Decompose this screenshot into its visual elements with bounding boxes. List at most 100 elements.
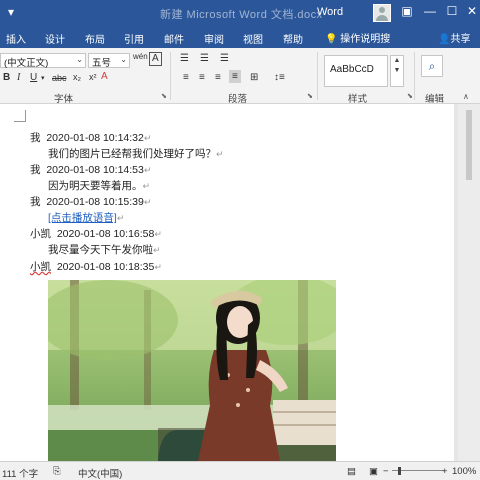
timestamp: 2020-01-08 10:14:53: [46, 164, 144, 176]
tab-references[interactable]: 引用: [124, 31, 144, 46]
styles-preview-text: AaBbCcD: [330, 64, 374, 75]
divider: [317, 52, 318, 100]
title-bar: ▾ 新建 Microsoft Word 文档.docx Word ▣ — ☐ ✕: [0, 0, 480, 27]
align-right-icon[interactable]: ≡: [215, 72, 221, 83]
minimize-icon[interactable]: —: [420, 4, 440, 18]
line-spacing-icon[interactable]: ↕≡: [274, 72, 285, 83]
customize-quick-access-icon[interactable]: ▾: [8, 5, 14, 19]
message-header: 小凯 2020-01-08 10:16:58↵: [30, 226, 162, 241]
zoom-slider-thumb[interactable]: [398, 467, 401, 475]
editing-group-label: 编辑: [425, 94, 445, 105]
tab-mailings[interactable]: 邮件: [164, 31, 184, 46]
speaker-name: 我: [30, 196, 41, 208]
tab-review[interactable]: 审阅: [204, 31, 224, 46]
font-name-select[interactable]: (中文正文) ⌄: [0, 53, 86, 69]
styles-dialog-launcher-icon[interactable]: ⬊: [407, 92, 413, 100]
subscript-button[interactable]: x₂: [73, 72, 81, 82]
timestamp: 2020-01-08 10:18:35: [56, 261, 155, 273]
message-text: [点击播放语音]↵: [48, 210, 124, 225]
font-size-select[interactable]: 五号 ⌄: [88, 53, 130, 69]
tab-view[interactable]: 视图: [243, 31, 263, 46]
collapse-ribbon-icon[interactable]: ∧: [463, 92, 469, 101]
proofing-icon[interactable]: ⎘: [53, 466, 61, 477]
zoom-level[interactable]: 100%: [452, 466, 476, 477]
paragraph-mark: ↵: [154, 229, 162, 239]
paragraph-mark: ↵: [153, 245, 161, 255]
user-icon[interactable]: [373, 4, 391, 22]
word-count[interactable]: 111 个字: [2, 466, 38, 480]
person-icon: 👤: [438, 34, 451, 45]
document-page[interactable]: 我 2020-01-08 10:14:32↵ 我们的图片已经帮我们处理好了吗？↵…: [0, 104, 454, 461]
italic-button[interactable]: I: [17, 72, 20, 83]
share-button[interactable]: 👤共享: [438, 30, 470, 45]
play-voice-link[interactable]: [点击播放语音]: [48, 212, 117, 224]
message-text: 因为明天要等着用。↵: [48, 178, 150, 193]
find-search-icon[interactable]: ⌕: [421, 55, 443, 77]
underline-button[interactable]: U: [30, 72, 37, 83]
paragraph-dialog-launcher-icon[interactable]: ⬊: [307, 92, 313, 100]
timestamp: 2020-01-08 10:16:58: [56, 228, 155, 240]
font-size-value: 五号: [92, 58, 112, 69]
paragraph-mark: ↵: [154, 262, 162, 272]
chevron-up-icon: ▲: [393, 57, 401, 64]
styles-group-label: 样式: [348, 94, 368, 105]
message-body: 我尽量今天下午发你啦: [48, 244, 153, 256]
speaker-name: 小凯: [30, 228, 51, 240]
maximize-icon[interactable]: ☐: [442, 4, 462, 18]
align-left-icon[interactable]: ≡: [183, 72, 189, 83]
paragraph-mark: ↵: [143, 133, 152, 143]
character-border-button[interactable]: A: [149, 52, 162, 66]
paragraph-mark: ↵: [116, 213, 125, 223]
tab-design[interactable]: 设计: [45, 31, 65, 46]
phonetic-guide-button[interactable]: wén: [133, 52, 148, 61]
strikethrough-button[interactable]: abc: [52, 73, 67, 83]
styles-gallery-scroll[interactable]: ▲ ▼: [390, 55, 404, 87]
divider: [170, 52, 171, 100]
read-mode-icon[interactable]: ▤: [347, 466, 356, 477]
superscript-button[interactable]: x²: [89, 72, 97, 82]
multilevel-list-icon[interactable]: ☰: [220, 53, 229, 64]
embedded-photo[interactable]: [48, 280, 336, 461]
align-center-icon[interactable]: ≡: [199, 72, 205, 83]
message-body: 因为明天要等着用。: [48, 180, 143, 192]
tab-layout[interactable]: 布局: [85, 31, 105, 46]
paragraph-mark: ↵: [216, 149, 224, 159]
zoom-out-icon[interactable]: −: [383, 466, 389, 477]
paragraph-mark: ↵: [143, 197, 152, 207]
speaker-name: 我: [30, 164, 41, 176]
ribbon-tabs: 插入 设计 布局 引用 邮件 审阅 视图 帮助 💡 操作说明搜 👤共享: [0, 27, 480, 48]
ribbon-display-options-icon[interactable]: ▣: [397, 4, 417, 18]
timestamp: 2020-01-08 10:15:39: [46, 196, 144, 208]
divider: [414, 52, 415, 100]
message-text: 我尽量今天下午发你啦↵: [48, 242, 161, 257]
language-indicator[interactable]: 中文(中国): [78, 466, 122, 480]
tab-insert[interactable]: 插入: [6, 31, 26, 46]
message-header: 小凯 2020-01-08 10:18:35↵: [30, 259, 162, 274]
styles-gallery-item[interactable]: AaBbCcD: [324, 55, 388, 87]
tell-me-label: 操作说明搜: [340, 34, 391, 45]
numbering-icon[interactable]: ☰: [200, 53, 209, 64]
vertical-scrollbar[interactable]: [458, 104, 480, 461]
chevron-down-icon: ⌄: [76, 55, 83, 64]
speaker-name: 小凯: [30, 261, 51, 273]
distributed-icon[interactable]: ⊞: [250, 72, 258, 83]
status-bar: 111 个字 ⎘ 中文(中国) ▤ ▣ − + 100%: [0, 461, 480, 480]
bold-button[interactable]: B: [3, 72, 10, 83]
print-layout-icon[interactable]: ▣: [369, 466, 378, 477]
lightbulb-icon: 💡: [325, 34, 338, 45]
font-group-label: 字体: [54, 94, 74, 105]
tab-help[interactable]: 帮助: [283, 31, 303, 46]
chevron-down-icon[interactable]: ▾: [41, 74, 45, 82]
tell-me-search[interactable]: 💡 操作说明搜: [325, 30, 390, 45]
justify-icon[interactable]: ≡: [229, 70, 241, 83]
timestamp: 2020-01-08 10:14:32: [46, 132, 144, 144]
paragraph-mark: ↵: [142, 181, 151, 191]
bullets-icon[interactable]: ☰: [180, 53, 189, 64]
zoom-in-icon[interactable]: +: [442, 466, 448, 477]
text-effects-icon[interactable]: A: [101, 71, 108, 82]
scrollbar-thumb[interactable]: [466, 110, 472, 180]
speaker-name: 我: [30, 132, 41, 144]
close-icon[interactable]: ✕: [462, 4, 480, 18]
document-area: 我 2020-01-08 10:14:32↵ 我们的图片已经帮我们处理好了吗？↵…: [0, 104, 480, 461]
font-dialog-launcher-icon[interactable]: ⬊: [161, 92, 167, 100]
